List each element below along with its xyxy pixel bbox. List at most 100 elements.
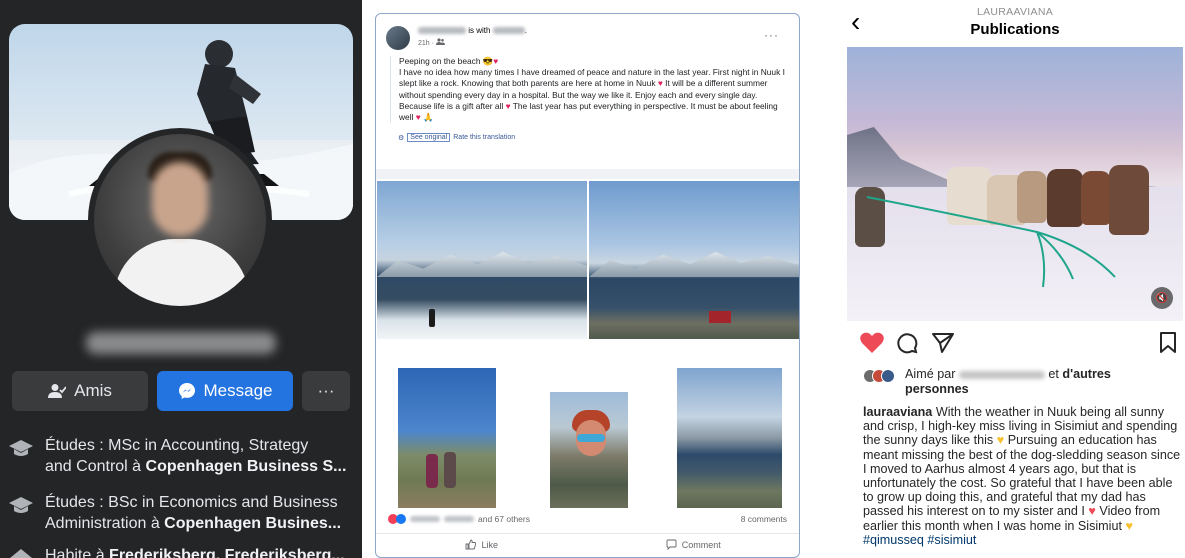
facebook-profile-panel: Amis Message ··· Études : MSc in Account… bbox=[0, 0, 362, 558]
about-row-line2: and Control à bbox=[45, 458, 146, 475]
profile-avatar[interactable] bbox=[94, 134, 266, 306]
facebook-post-panel: is with . 21h · ··· Peeping on the beach… bbox=[375, 13, 800, 558]
post-actions: Like Comment bbox=[376, 533, 799, 555]
post-title: Peeping on the beach bbox=[399, 56, 481, 66]
liked-by[interactable]: Aimé par et d'autres personnes bbox=[863, 367, 1163, 397]
rate-translation-link[interactable]: Rate this translation bbox=[453, 134, 515, 141]
reactions-others: and 67 others bbox=[478, 514, 530, 524]
comment-icon bbox=[666, 539, 677, 550]
screenshot-collage: Amis Message ··· Études : MSc in Account… bbox=[0, 0, 1185, 558]
about-row-line1: Habite à bbox=[45, 547, 110, 558]
post-options-button[interactable]: ··· bbox=[764, 28, 779, 42]
message-button[interactable]: Message bbox=[157, 371, 293, 411]
about-row-line2: Administration à bbox=[45, 515, 165, 532]
avatar-shirt bbox=[114, 239, 249, 306]
post-header: is with . 21h · ··· bbox=[386, 24, 789, 56]
with-text: is with bbox=[468, 26, 491, 35]
yellow-heart-emoji-icon: ♥ bbox=[996, 433, 1005, 448]
like-reaction-icon bbox=[396, 514, 406, 524]
heart-filled-icon[interactable] bbox=[859, 331, 885, 355]
reactor-name-redacted bbox=[410, 516, 440, 522]
graduation-cap-icon bbox=[9, 497, 33, 513]
message-button-label: Message bbox=[203, 381, 273, 400]
liked-by-suffix: et bbox=[1048, 367, 1059, 381]
post-time-text: 21h · bbox=[418, 40, 434, 47]
post-time[interactable]: 21h · bbox=[418, 38, 445, 47]
poster-avatar[interactable] bbox=[386, 26, 410, 50]
home-icon bbox=[10, 549, 32, 558]
about-row-line1: Études : BSc in Economics and Business bbox=[45, 494, 338, 511]
post-footer: and 67 others 8 comments Like Comment bbox=[376, 512, 799, 557]
hiker-figure bbox=[429, 309, 435, 327]
mountains bbox=[377, 251, 587, 277]
gear-icon: ⚙ bbox=[398, 134, 405, 142]
heart-emoji-icon: ♥ bbox=[493, 56, 499, 66]
red-hut bbox=[709, 311, 731, 323]
poster-line: is with . bbox=[418, 26, 527, 35]
about-row-education-msc: Études : MSc in Accounting, Strategy and… bbox=[9, 435, 354, 477]
share-icon[interactable] bbox=[931, 331, 955, 355]
friends-button[interactable]: Amis bbox=[12, 371, 148, 411]
more-options-label: ··· bbox=[317, 381, 335, 400]
post-text: Peeping on the beach 😎♥ I have no idea h… bbox=[390, 56, 786, 124]
graduation-cap-icon bbox=[9, 440, 33, 456]
comment-button[interactable]: Comment bbox=[588, 534, 800, 555]
like-label: Like bbox=[481, 539, 498, 550]
person-figure bbox=[426, 454, 438, 488]
post-caption: lauraaviana With the weather in Nuuk bei… bbox=[863, 405, 1183, 547]
friends-audience-icon bbox=[435, 38, 445, 45]
see-original-link[interactable]: See original bbox=[407, 133, 451, 142]
about-row-education-bsc: Études : BSc in Economics and Business A… bbox=[9, 492, 354, 534]
thumbs-up-icon bbox=[466, 539, 477, 550]
more-options-button[interactable]: ··· bbox=[302, 371, 350, 411]
separator bbox=[376, 341, 799, 365]
about-row-lives-in: Habite à Frederiksberg, Frederiksberg... bbox=[9, 545, 354, 558]
reactions-summary[interactable]: and 67 others bbox=[388, 514, 530, 524]
heart-emoji-icon: ♥ bbox=[505, 100, 511, 111]
mute-icon[interactable]: 🔇 bbox=[1151, 287, 1173, 309]
friends-button-label: Amis bbox=[74, 381, 112, 400]
post-photo-fjord-hut[interactable] bbox=[589, 181, 799, 339]
translation-bar: ⚙ See original Rate this translation bbox=[398, 133, 515, 142]
post-video[interactable]: 🔇 bbox=[847, 47, 1183, 321]
heart-emoji-icon: ♥ bbox=[415, 112, 421, 123]
avatar-face-blurred bbox=[152, 162, 208, 236]
red-heart-emoji-icon: ♥ bbox=[1088, 504, 1096, 519]
about-row-line1: Études : MSc in Accounting, Strategy bbox=[45, 437, 309, 454]
separator bbox=[376, 169, 799, 179]
school-link[interactable]: Copenhagen Business S... bbox=[146, 458, 347, 475]
caption-username[interactable]: lauraaviana bbox=[863, 405, 932, 419]
tagged-name-redacted[interactable] bbox=[492, 27, 525, 35]
praying-hands-emoji-icon: 🙏 bbox=[423, 112, 434, 123]
post-photo-fjord-view[interactable] bbox=[677, 368, 782, 508]
reactor-name-redacted bbox=[444, 516, 474, 522]
city-link[interactable]: Frederiksberg, Frederiksberg... bbox=[109, 547, 345, 558]
post-photo-selfie[interactable] bbox=[550, 392, 628, 508]
post-photo-couple[interactable] bbox=[398, 368, 496, 508]
sunglasses-emoji-icon: 😎 bbox=[482, 56, 494, 66]
mountains bbox=[589, 251, 799, 277]
liker-avatar bbox=[881, 369, 895, 383]
profile-name-redacted bbox=[86, 332, 276, 354]
post-actions bbox=[859, 331, 1177, 357]
liker-avatars bbox=[863, 369, 899, 383]
comments-count[interactable]: 8 comments bbox=[741, 514, 787, 524]
liked-by-prefix: Aimé par bbox=[905, 367, 956, 381]
like-button[interactable]: Like bbox=[376, 534, 588, 555]
caption-hashtags[interactable]: #qimusseq #sisimiut bbox=[863, 533, 976, 547]
friends-icon bbox=[48, 384, 67, 398]
post-photo-fjord-hiker[interactable] bbox=[377, 181, 587, 339]
comment-icon[interactable] bbox=[895, 331, 919, 355]
school-link[interactable]: Copenhagen Busines... bbox=[164, 515, 341, 532]
yellow-heart-emoji-icon: ♥ bbox=[1125, 518, 1133, 533]
instagram-post-panel: ‹ LAURAAVIANA Publications 🔇 Aimé par et… bbox=[845, 0, 1185, 558]
poster-name-redacted[interactable] bbox=[418, 27, 466, 35]
bookmark-icon[interactable] bbox=[1159, 331, 1177, 355]
comment-label: Comment bbox=[681, 539, 721, 550]
header-title: Publications bbox=[970, 21, 1060, 38]
sled-ropes bbox=[866, 196, 1116, 288]
header-username: LAURAAVIANA bbox=[976, 6, 1054, 18]
liker-name-redacted[interactable] bbox=[958, 370, 1045, 379]
person-figure bbox=[444, 452, 456, 488]
heart-emoji-icon: ♥ bbox=[657, 78, 663, 89]
